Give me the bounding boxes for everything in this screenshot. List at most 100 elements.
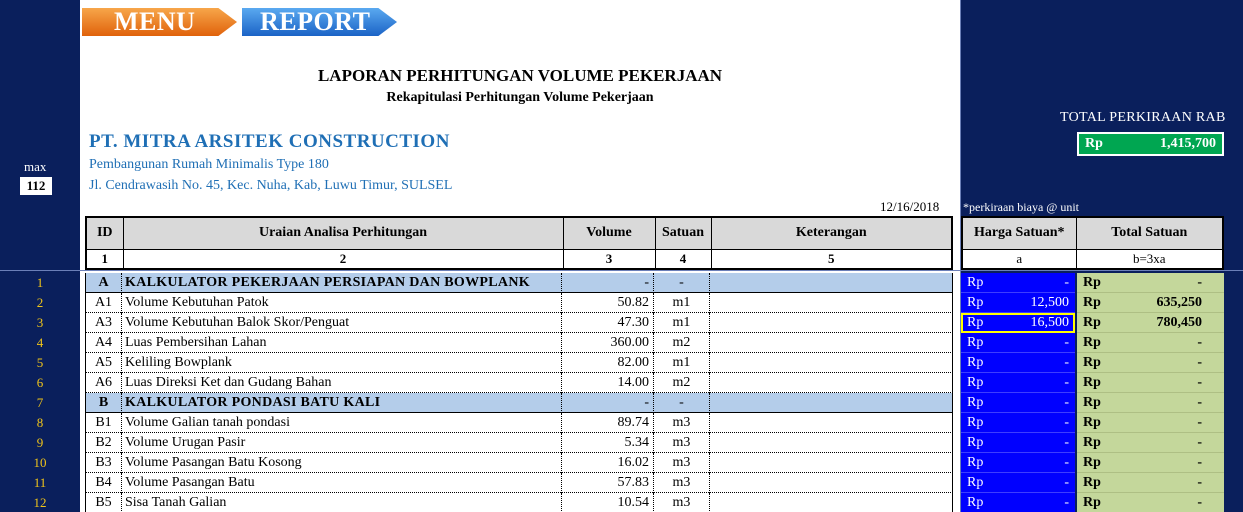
cell-harga-satuan[interactable]: Rp - [961,273,1075,293]
cell-volume[interactable]: 14.00 [562,373,654,393]
cell-keterangan[interactable] [710,353,953,373]
cell-total-satuan[interactable]: Rp - [1077,353,1224,373]
cell-satuan[interactable]: m3 [654,493,710,512]
cell-harga-satuan[interactable]: Rp - [961,413,1075,433]
row-number[interactable]: 3 [0,313,80,333]
cell-total-satuan[interactable]: Rp 635,250 [1077,293,1224,313]
cell-id[interactable]: A4 [85,333,122,353]
cell-keterangan[interactable] [710,273,953,293]
cell-uraian[interactable]: Luas Pembersihan Lahan [122,333,562,353]
cell-id[interactable]: A3 [85,313,122,333]
cell-id[interactable]: B4 [85,473,122,493]
cell-harga-satuan[interactable]: Rp - [961,353,1075,373]
cell-total-satuan[interactable]: Rp - [1077,393,1224,413]
cell-total-satuan[interactable]: Rp - [1077,373,1224,393]
cell-volume[interactable]: 50.82 [562,293,654,313]
cell-satuan[interactable]: m2 [654,373,710,393]
cell-harga-satuan[interactable]: Rp 12,500 [961,293,1075,313]
cell-total-satuan[interactable]: Rp - [1077,413,1224,433]
row-number[interactable]: 4 [0,333,80,353]
cell-volume[interactable]: 5.34 [562,433,654,453]
cell-id[interactable]: A5 [85,353,122,373]
cell-id[interactable]: B1 [85,413,122,433]
cell-satuan[interactable]: m3 [654,473,710,493]
cell-id[interactable]: A [85,273,122,293]
cell-volume[interactable]: - [562,273,654,293]
cell-volume[interactable]: 89.74 [562,413,654,433]
cell-total-satuan[interactable]: Rp - [1077,433,1224,453]
cell-harga-satuan[interactable]: Rp 16,500 [961,313,1075,333]
cell-harga-satuan[interactable]: Rp - [961,333,1075,353]
cell-satuan[interactable]: m1 [654,293,710,313]
cell-keterangan[interactable] [710,393,953,413]
cell-keterangan[interactable] [710,493,953,512]
cell-id[interactable]: B2 [85,433,122,453]
cell-uraian[interactable]: Volume Pasangan Batu Kosong [122,453,562,473]
row-number[interactable]: 11 [0,473,80,493]
cell-uraian[interactable]: Volume Kebutuhan Balok Skor/Penguat [122,313,562,333]
cell-uraian[interactable]: Volume Pasangan Batu [122,473,562,493]
cell-satuan[interactable]: m3 [654,413,710,433]
row-number[interactable]: 6 [0,373,80,393]
cell-volume[interactable]: - [562,393,654,413]
cell-total-satuan[interactable]: Rp - [1077,493,1224,512]
cell-uraian[interactable]: KALKULATOR PEKERJAAN PERSIAPAN DAN BOWPL… [122,273,562,293]
cell-satuan[interactable]: m3 [654,453,710,473]
max-value-cell[interactable]: 112 [20,177,52,195]
cell-keterangan[interactable] [710,433,953,453]
cell-uraian[interactable]: Volume Kebutuhan Patok [122,293,562,313]
cell-keterangan[interactable] [710,453,953,473]
cell-total-satuan[interactable]: Rp - [1077,273,1224,293]
row-number[interactable]: 2 [0,293,80,313]
cell-harga-satuan[interactable]: Rp - [961,373,1075,393]
row-number[interactable]: 8 [0,413,80,433]
cell-satuan[interactable]: m1 [654,313,710,333]
row-number[interactable]: 5 [0,353,80,373]
cell-satuan[interactable]: m1 [654,353,710,373]
cell-uraian[interactable]: Volume Urugan Pasir [122,433,562,453]
report-button[interactable]: REPORT [242,8,397,36]
cell-uraian[interactable]: KALKULATOR PONDASI BATU KALI [122,393,562,413]
cell-keterangan[interactable] [710,313,953,333]
cell-volume[interactable]: 16.02 [562,453,654,473]
cell-volume[interactable]: 360.00 [562,333,654,353]
cell-harga-satuan[interactable]: Rp - [961,453,1075,473]
cell-keterangan[interactable] [710,473,953,493]
cell-uraian[interactable]: Sisa Tanah Galian [122,493,562,512]
cell-uraian[interactable]: Volume Galian tanah pondasi [122,413,562,433]
cell-total-satuan[interactable]: Rp 780,450 [1077,313,1224,333]
menu-button[interactable]: MENU [82,8,237,36]
cell-keterangan[interactable] [710,293,953,313]
cell-harga-satuan[interactable]: Rp - [961,393,1075,413]
cell-id[interactable]: A1 [85,293,122,313]
row-number[interactable]: 10 [0,453,80,473]
row-number[interactable]: 12 [0,493,80,512]
row-number[interactable]: 7 [0,393,80,413]
cell-uraian[interactable]: Luas Direksi Ket dan Gudang Bahan [122,373,562,393]
cell-total-satuan[interactable]: Rp - [1077,453,1224,473]
cell-uraian[interactable]: Keliling Bowplank [122,353,562,373]
cell-volume[interactable]: 10.54 [562,493,654,512]
cell-harga-satuan[interactable]: Rp - [961,473,1075,493]
cell-id[interactable]: B [85,393,122,413]
cell-total-satuan[interactable]: Rp - [1077,333,1224,353]
cell-keterangan[interactable] [710,413,953,433]
cell-satuan[interactable]: m2 [654,333,710,353]
cell-keterangan[interactable] [710,373,953,393]
cell-id[interactable]: B3 [85,453,122,473]
row-number[interactable]: 1 [0,273,80,293]
cell-harga-satuan[interactable]: Rp - [961,493,1075,512]
cell-volume[interactable]: 57.83 [562,473,654,493]
cell-volume[interactable]: 82.00 [562,353,654,373]
cell-keterangan[interactable] [710,333,953,353]
harga-value: 16,500 [1030,315,1070,330]
cell-volume[interactable]: 47.30 [562,313,654,333]
cell-id[interactable]: A6 [85,373,122,393]
row-number[interactable]: 9 [0,433,80,453]
cell-harga-satuan[interactable]: Rp - [961,433,1075,453]
cell-satuan[interactable]: - [654,393,710,413]
cell-satuan[interactable]: m3 [654,433,710,453]
cell-id[interactable]: B5 [85,493,122,512]
cell-satuan[interactable]: - [654,273,710,293]
cell-total-satuan[interactable]: Rp - [1077,473,1224,493]
